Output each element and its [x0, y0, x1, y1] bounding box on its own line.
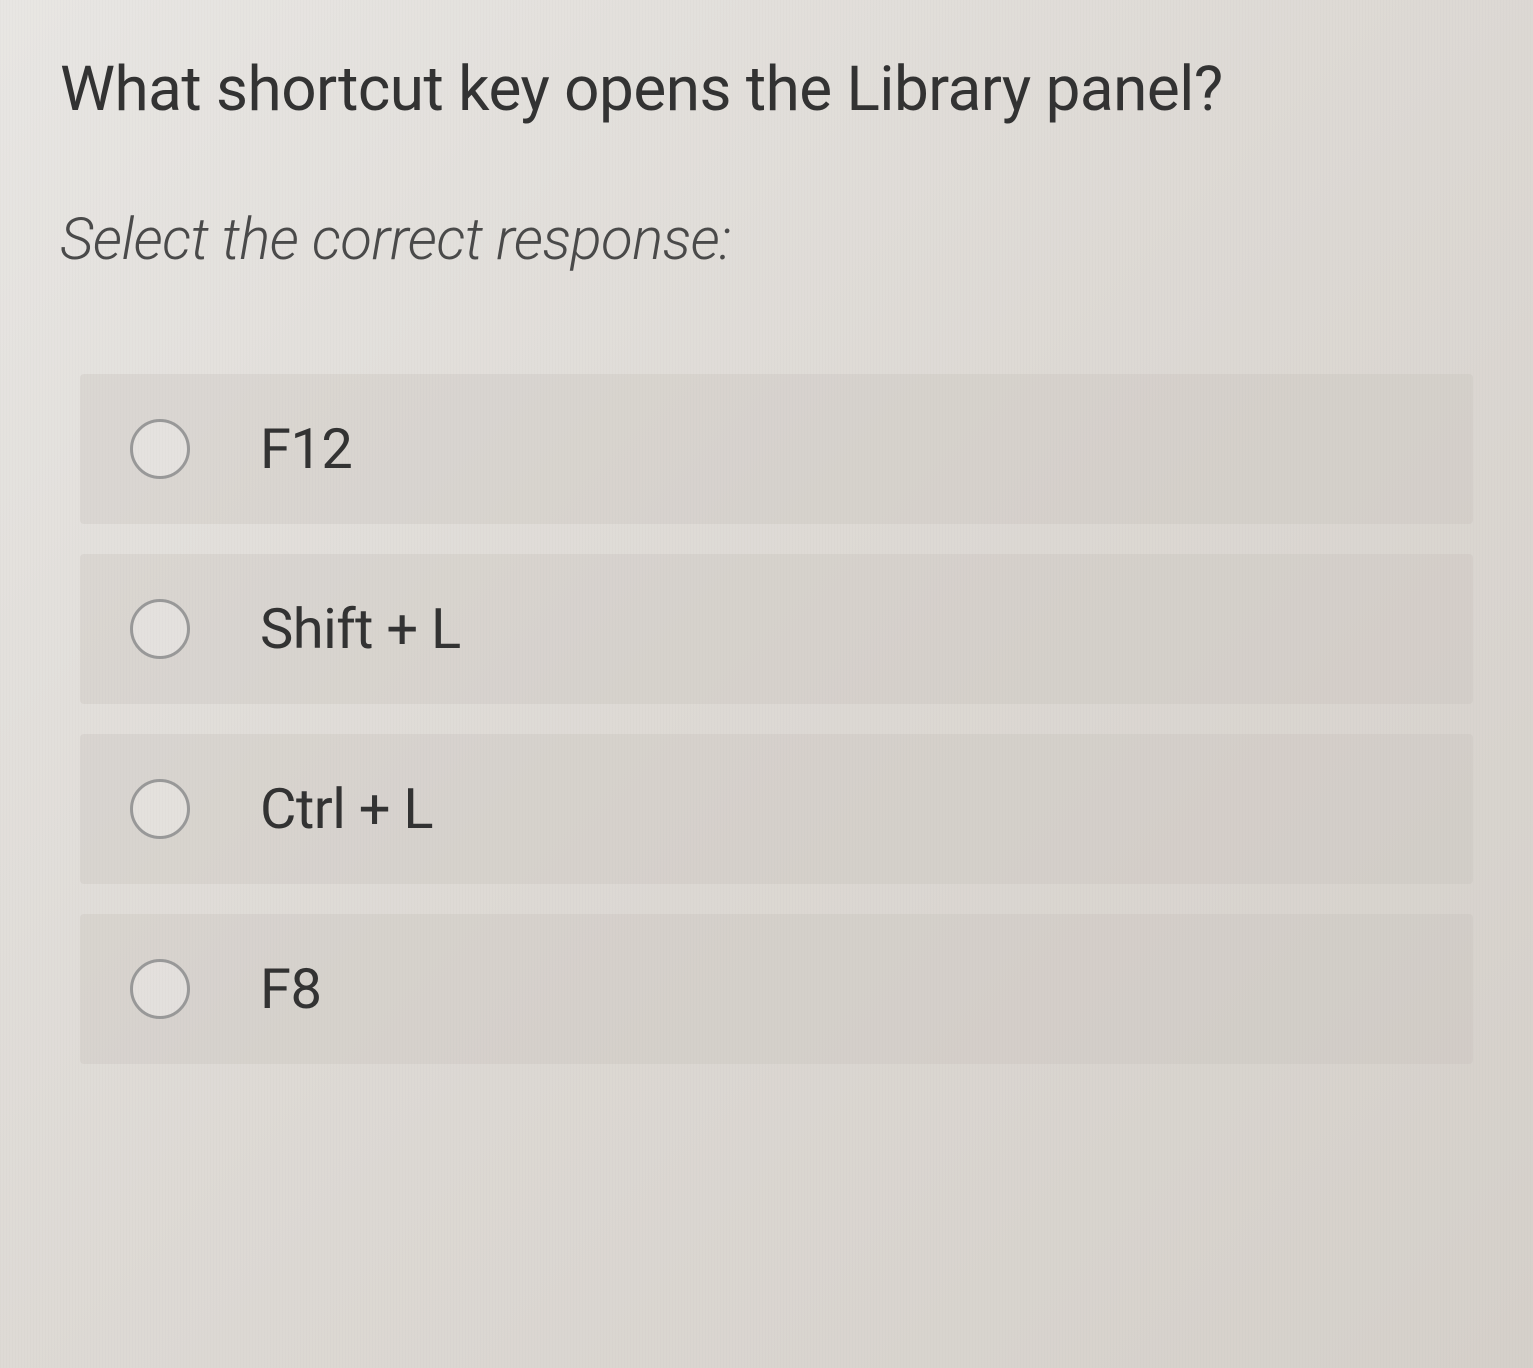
options-list: F12 Shift + L Ctrl + L F8: [60, 374, 1473, 1064]
radio-icon[interactable]: [130, 959, 190, 1019]
option-ctrl-l[interactable]: Ctrl + L: [80, 734, 1473, 884]
option-label: Shift + L: [260, 596, 461, 662]
radio-icon[interactable]: [130, 419, 190, 479]
instruction-text: Select the correct response:: [60, 206, 1473, 274]
option-f12[interactable]: F12: [80, 374, 1473, 524]
radio-icon[interactable]: [130, 599, 190, 659]
option-shift-l[interactable]: Shift + L: [80, 554, 1473, 704]
radio-icon[interactable]: [130, 779, 190, 839]
question-text: What shortcut key opens the Library pane…: [60, 50, 1473, 131]
option-label: F12: [260, 416, 352, 482]
option-label: Ctrl + L: [260, 776, 433, 842]
option-f8[interactable]: F8: [80, 914, 1473, 1064]
option-label: F8: [260, 956, 321, 1022]
